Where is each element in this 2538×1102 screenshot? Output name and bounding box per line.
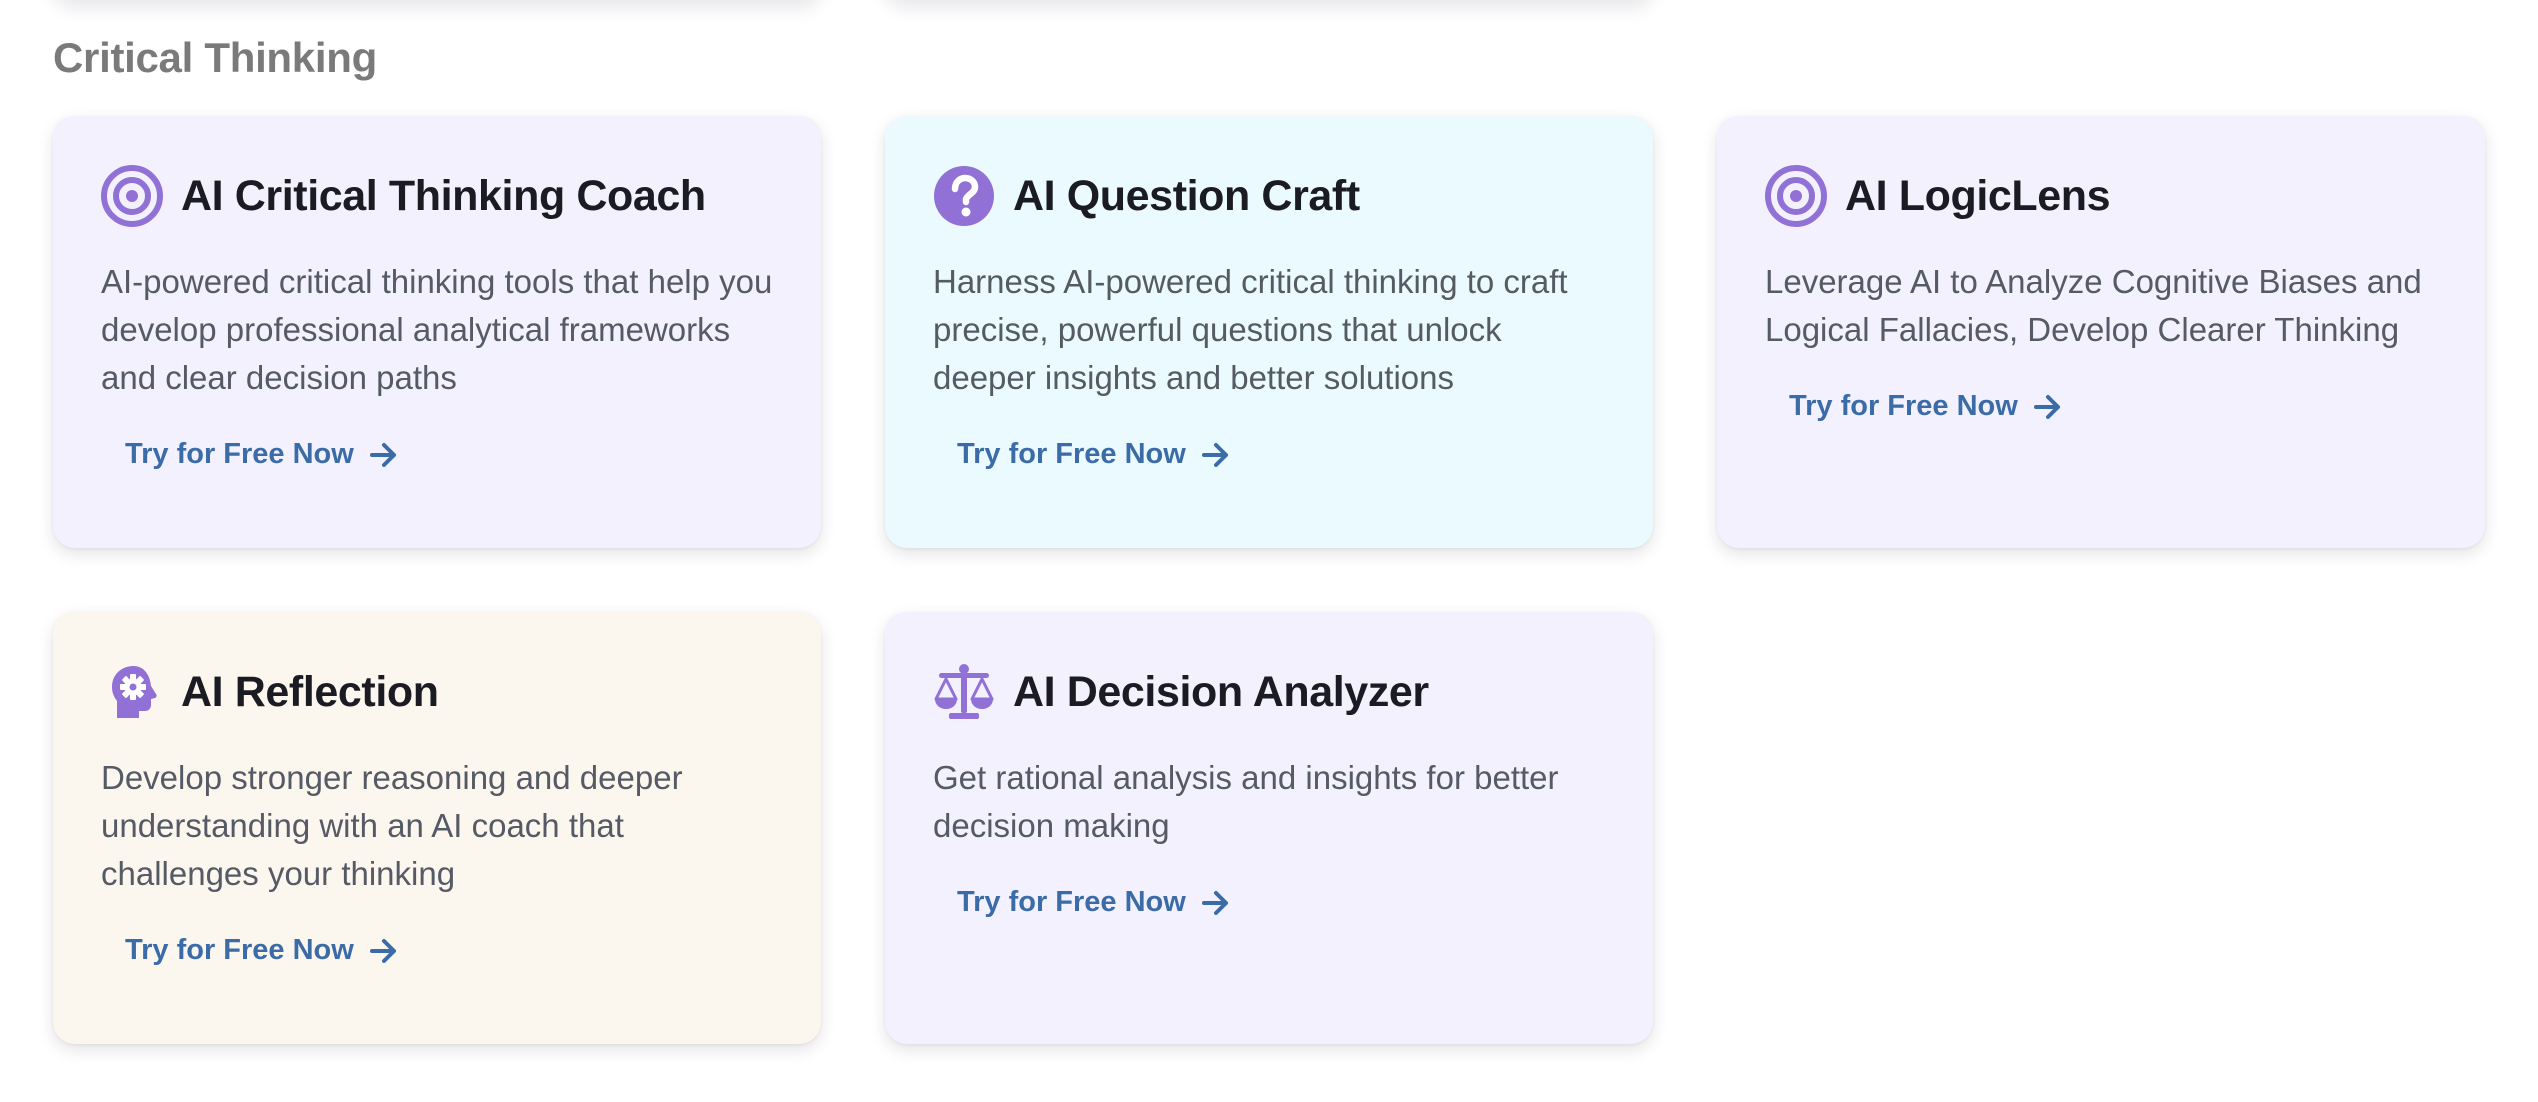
card-header: AI Question Craft <box>933 164 1605 228</box>
card-logiclens[interactable]: AI LogicLens Leverage AI to Analyze Cogn… <box>1717 116 2485 548</box>
card-description: Develop stronger reasoning and deeper un… <box>101 759 683 892</box>
arrow-right-icon <box>1201 442 1230 468</box>
try-for-free-label: Try for Free Now <box>1789 390 2018 422</box>
try-for-free-button[interactable]: Try for Free Now <box>933 426 1254 483</box>
try-for-free-label: Try for Free Now <box>125 438 354 470</box>
arrow-right-icon <box>1201 890 1230 916</box>
try-for-free-button[interactable]: Try for Free Now <box>101 426 422 483</box>
card-question-craft[interactable]: AI Question Craft Harness AI-powered cri… <box>885 116 1653 548</box>
card-title: AI Decision Analyzer <box>1013 667 1429 716</box>
card-header: AI LogicLens <box>1765 164 2437 228</box>
try-for-free-button[interactable]: Try for Free Now <box>101 922 422 979</box>
card-title: AI LogicLens <box>1845 171 2111 220</box>
card-description: Get rational analysis and insights for b… <box>933 759 1559 844</box>
card-title: AI Reflection <box>181 667 439 716</box>
target-icon <box>1765 165 1827 227</box>
arrow-right-icon <box>369 442 398 468</box>
tool-card-grid: AI Critical Thinking Coach AI-powered cr… <box>53 116 2485 1044</box>
card-decision-analyzer[interactable]: AI Decision Analyzer Get rational analys… <box>885 612 1653 1044</box>
card-header: AI Reflection <box>101 660 773 724</box>
target-icon <box>101 165 163 227</box>
card-header: AI Critical Thinking Coach <box>101 164 773 228</box>
question-circle-icon <box>933 165 995 227</box>
card-description: AI-powered critical thinking tools that … <box>101 263 773 396</box>
section-title: Critical Thinking <box>53 34 377 81</box>
card-description: Leverage AI to Analyze Cognitive Biases … <box>1765 263 2422 348</box>
card-description: Harness AI-powered critical thinking to … <box>933 263 1568 396</box>
try-for-free-label: Try for Free Now <box>125 934 354 966</box>
try-for-free-label: Try for Free Now <box>957 886 1186 918</box>
head-gear-icon <box>101 661 163 723</box>
card-header: AI Decision Analyzer <box>933 660 1605 724</box>
arrow-right-icon <box>369 938 398 964</box>
card-critical-thinking-coach[interactable]: AI Critical Thinking Coach AI-powered cr… <box>53 116 821 548</box>
card-title: AI Question Craft <box>1013 171 1360 220</box>
card-reflection[interactable]: AI Reflection Develop stronger reasoning… <box>53 612 821 1044</box>
try-for-free-button[interactable]: Try for Free Now <box>1765 378 2086 435</box>
try-for-free-label: Try for Free Now <box>957 438 1186 470</box>
try-for-free-button[interactable]: Try for Free Now <box>933 874 1254 931</box>
balance-scale-icon <box>933 661 995 723</box>
arrow-right-icon <box>2033 394 2062 420</box>
page: Critical Thinking AI Critical Thinking C… <box>0 0 2538 1102</box>
card-title: AI Critical Thinking Coach <box>181 171 706 220</box>
